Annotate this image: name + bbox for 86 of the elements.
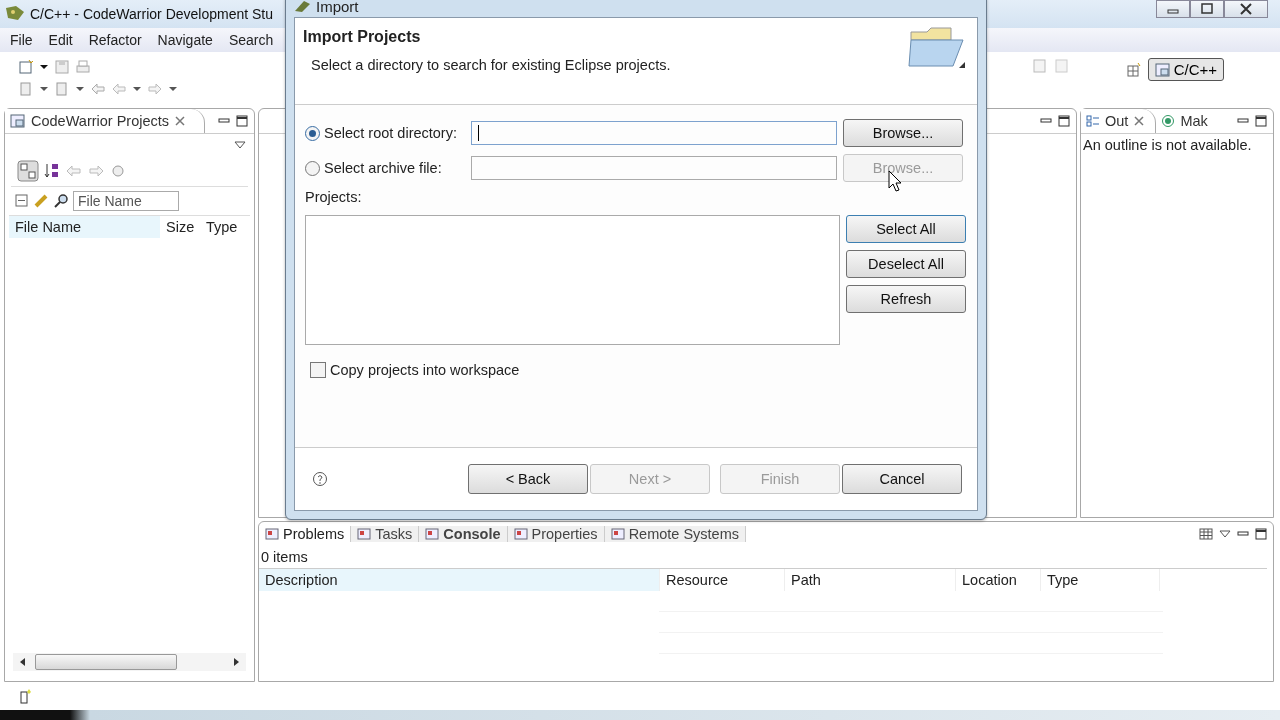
copy-checkbox[interactable]: Copy projects into workspace — [310, 362, 966, 378]
dropdown-arrow-icon[interactable] — [39, 62, 49, 72]
perspective-icon — [1154, 61, 1171, 78]
close-icon[interactable] — [1133, 115, 1146, 127]
filter-field[interactable]: File Name — [73, 191, 179, 211]
dropdown-arrow-icon[interactable] — [75, 84, 85, 94]
dropdown-arrow-icon[interactable] — [132, 84, 142, 94]
view-menu-icon[interactable] — [1219, 529, 1231, 539]
input-field[interactable] — [471, 121, 837, 145]
horizontal-scrollbar[interactable] — [13, 653, 246, 671]
menu-item[interactable]: File — [2, 32, 41, 48]
column-header[interactable]: File Name — [9, 216, 160, 238]
scrollbar-thumb[interactable] — [35, 654, 177, 670]
input-field[interactable] — [471, 156, 837, 180]
column-header[interactable]: Type — [1041, 569, 1160, 591]
dialog-button[interactable]: < Back — [468, 464, 588, 494]
column-header[interactable]: Description — [259, 569, 660, 591]
list-button[interactable]: Deselect All — [846, 250, 966, 278]
tab-label: Mak — [1180, 113, 1208, 129]
open-perspective-icon[interactable] — [1125, 62, 1142, 78]
list-button[interactable]: Select All — [846, 215, 966, 243]
radio-option[interactable]: Select root directory: — [305, 125, 465, 141]
outline-icon — [1086, 114, 1100, 128]
panel-tab[interactable]: Remote Systems — [604, 526, 747, 542]
maximize-icon[interactable] — [1255, 528, 1267, 540]
dropdown-arrow-icon[interactable] — [39, 84, 49, 94]
dialog-description: Select a directory to search for existing Eclipse projects. — [311, 57, 671, 73]
maximize-icon[interactable] — [236, 115, 248, 127]
perspective-button[interactable]: C/C++ — [1147, 58, 1224, 81]
tab-label: Out — [1105, 113, 1129, 129]
view-icon — [513, 527, 528, 541]
outline-message: An outline is not available. — [1082, 136, 1253, 155]
column-header[interactable]: Type — [200, 219, 244, 235]
close-button[interactable] — [1224, 0, 1268, 18]
maximize-icon[interactable] — [1255, 115, 1267, 127]
fast-view-icon[interactable] — [18, 688, 34, 704]
dialog-title: Import — [316, 0, 359, 15]
maximize-button[interactable] — [1190, 0, 1224, 18]
dialog-button[interactable]: Cancel — [842, 464, 962, 494]
item-count: 0 items — [260, 548, 309, 567]
table-icon[interactable] — [1199, 528, 1213, 540]
panel-tab[interactable]: Tasks — [351, 526, 420, 542]
panel-tab[interactable]: CodeWarrior Projects — [5, 109, 206, 133]
column-header[interactable]: Size — [160, 219, 200, 235]
help-icon[interactable] — [312, 471, 328, 487]
browse-button[interactable]: Browse... — [843, 119, 963, 147]
view-icon — [610, 527, 625, 541]
view-icon — [425, 527, 440, 541]
list-button[interactable]: Refresh — [846, 285, 966, 313]
menu-item[interactable]: Navigate — [149, 32, 221, 48]
view-icon — [265, 527, 279, 541]
window-title: C/C++ - CodeWarrior Development Stu — [30, 6, 274, 22]
sort-icon[interactable] — [43, 162, 61, 180]
scroll-right-icon[interactable] — [232, 657, 240, 667]
close-icon[interactable] — [174, 115, 187, 127]
column-header[interactable]: Location — [956, 569, 1041, 591]
dropdown-arrow-icon[interactable] — [168, 84, 178, 94]
maximize-icon — [1200, 3, 1214, 15]
close-icon — [1239, 3, 1253, 15]
projects-icon — [10, 113, 26, 129]
panel-tab[interactable]: Out — [1081, 109, 1157, 133]
target-icon — [1161, 114, 1176, 128]
radio-option[interactable]: Select archive file: — [305, 160, 465, 176]
menu-item[interactable]: Search — [220, 32, 282, 48]
layout-toggle-icon[interactable] — [17, 160, 39, 182]
view-menu-icon[interactable] — [234, 140, 246, 150]
scroll-left-icon[interactable] — [19, 657, 27, 667]
menu-item[interactable]: Edit — [40, 32, 81, 48]
column-header[interactable]: Path — [785, 569, 956, 591]
back-arrow-icon[interactable] — [90, 81, 106, 97]
panel-tab[interactable]: Properties — [507, 526, 605, 542]
column-header[interactable]: Resource — [660, 569, 785, 591]
minimize-button[interactable] — [1156, 0, 1190, 18]
view-icon — [357, 527, 372, 541]
panel-tab[interactable]: Console — [419, 526, 508, 542]
search-icon[interactable] — [53, 193, 69, 209]
dialog-icon — [294, 0, 312, 13]
menu-item[interactable]: Refactor — [80, 32, 150, 48]
tab-label: CodeWarrior Projects — [31, 113, 170, 129]
collapse-icon[interactable] — [15, 194, 29, 208]
dialog-heading: Import Projects — [303, 28, 422, 46]
new-file-icon[interactable] — [18, 59, 34, 75]
panel-tab[interactable]: Problems — [259, 526, 352, 542]
projects-label: Projects: — [305, 189, 363, 205]
maximize-icon[interactable] — [1058, 115, 1070, 127]
panel-tab[interactable]: Mak — [1156, 109, 1218, 133]
